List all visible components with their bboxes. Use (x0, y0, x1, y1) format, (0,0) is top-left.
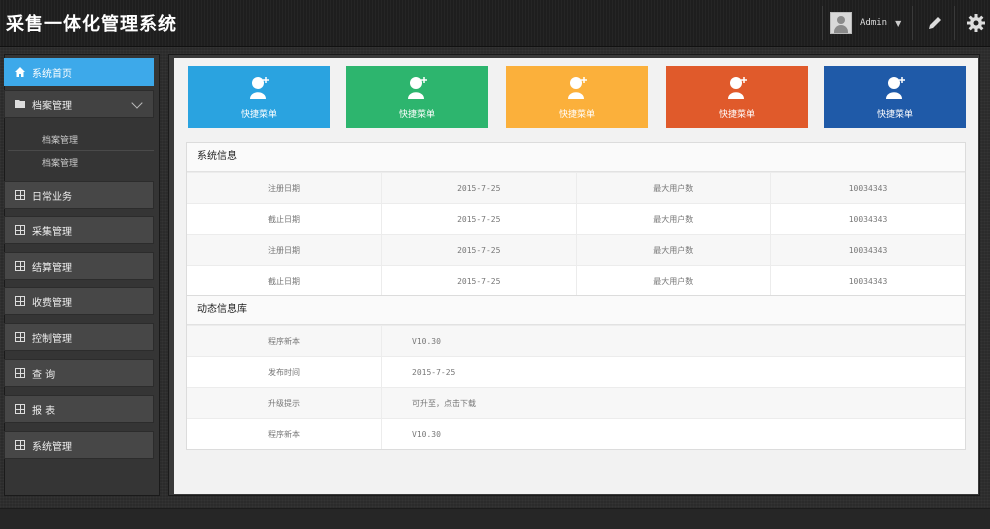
panel-title: 动态信息库 (187, 296, 965, 325)
pencil-icon[interactable] (926, 14, 944, 32)
table-cell: 截止日期 (187, 203, 382, 235)
sidebar-item-label: 报 表 (32, 405, 56, 417)
sidebar-item-query[interactable]: 查 询 (4, 359, 154, 387)
app-title: 采售一体化管理系统 (6, 14, 177, 35)
sidebar-item-label: 结算管理 (32, 262, 72, 274)
divider (954, 6, 955, 40)
system-info-panel: 系统信息 注册日期 2015-7-25 最大用户数 10034343 截止日期 … (186, 142, 966, 297)
grid-icon (15, 440, 25, 450)
system-info-table: 注册日期 2015-7-25 最大用户数 10034343 截止日期 2015-… (187, 172, 965, 296)
sidebar-item-label: 查 询 (32, 369, 56, 381)
sidebar-item-label: 控制管理 (32, 333, 72, 345)
caret-down-icon: ▼ (895, 18, 902, 28)
sidebar-item-label: 日常业务 (32, 191, 72, 203)
quick-menu-tile-4[interactable]: 快捷菜单 (666, 66, 808, 128)
table-cell: 截止日期 (187, 265, 382, 296)
table-cell: 10034343 (770, 265, 965, 296)
table-cell: 10034343 (770, 234, 965, 266)
sidebar-subitem-archives-1[interactable]: 档案管理 (4, 129, 154, 149)
table-cell: 注册日期 (187, 172, 382, 204)
table-cell: 2015-7-25 (381, 356, 965, 388)
grid-icon (15, 332, 25, 342)
sidebar-item-collection[interactable]: 采集管理 (4, 216, 154, 244)
table-cell: 最大用户数 (575, 265, 771, 296)
table-cell: V10.30 (381, 325, 965, 357)
panel-title: 系统信息 (187, 143, 965, 172)
table-cell: 程序新本 (187, 325, 382, 357)
quick-menu-tile-5[interactable]: 快捷菜单 (824, 66, 966, 128)
add-user-icon (886, 77, 905, 99)
table-cell: 2015-7-25 (381, 203, 576, 235)
folder-icon (15, 100, 25, 108)
grid-icon (15, 404, 25, 414)
tile-label: 快捷菜单 (398, 110, 435, 120)
download-link[interactable]: 可升至，点击下载 (381, 387, 965, 419)
chevron-down-icon (131, 97, 143, 109)
table-cell: 最大用户数 (575, 234, 771, 266)
home-icon (15, 67, 25, 77)
user-menu[interactable]: Admin ▼ (830, 12, 901, 34)
table-cell: 10034343 (770, 172, 965, 204)
table-cell: 发布时间 (187, 356, 382, 388)
sidebar-item-label: 采集管理 (32, 226, 72, 238)
add-user-icon (728, 77, 747, 99)
sidebar-item-settlement[interactable]: 结算管理 (4, 252, 154, 280)
add-user-icon (250, 77, 269, 99)
quick-menu-tile-1[interactable]: 快捷菜单 (188, 66, 330, 128)
top-bar: 采售一体化管理系统 Admin ▼ (0, 0, 990, 47)
table-row: 截止日期 2015-7-25 最大用户数 10034343 (187, 203, 965, 235)
tile-label: 快捷菜单 (718, 110, 755, 120)
quick-menu-tile-3[interactable]: 快捷菜单 (506, 66, 648, 128)
sidebar-item-daily[interactable]: 日常业务 (4, 181, 154, 209)
table-cell: 2015-7-25 (381, 234, 576, 266)
tile-label: 快捷菜单 (558, 110, 595, 120)
grid-icon (15, 190, 25, 200)
add-user-icon (408, 77, 427, 99)
table-cell: V10.30 (381, 418, 965, 449)
table-row: 截止日期 2015-7-25 最大用户数 10034343 (187, 265, 965, 296)
quick-menu-tile-2[interactable]: 快捷菜单 (346, 66, 488, 128)
table-row: 升级提示 可升至，点击下载 (187, 387, 965, 419)
divider (822, 6, 823, 40)
sidebar-item-label: 系统管理 (32, 441, 72, 453)
grid-icon (15, 368, 25, 378)
sidebar-item-home[interactable]: 系统首页 (4, 58, 154, 86)
grid-icon (15, 296, 25, 306)
dynamic-info-table: 程序新本 V10.30 发布时间 2015-7-25 升级提示 可升至，点击下载… (187, 325, 965, 449)
grid-icon (15, 225, 25, 235)
sidebar-item-label: 档案管理 (32, 100, 72, 112)
table-cell: 升级提示 (187, 387, 382, 419)
table-cell: 最大用户数 (575, 172, 771, 204)
avatar (830, 12, 852, 34)
user-name: Admin (860, 18, 888, 28)
table-cell: 2015-7-25 (381, 172, 576, 204)
add-user-icon (568, 77, 587, 99)
sidebar-item-reports[interactable]: 报 表 (4, 395, 154, 423)
table-cell: 最大用户数 (575, 203, 771, 235)
table-cell: 2015-7-25 (381, 265, 576, 296)
table-row: 程序新本 V10.30 (187, 325, 965, 357)
table-row: 程序新本 V10.30 (187, 418, 965, 449)
tile-label: 快捷菜单 (240, 110, 277, 120)
sidebar-item-control[interactable]: 控制管理 (4, 323, 154, 351)
table-cell: 10034343 (770, 203, 965, 235)
sidebar-item-label: 系统首页 (32, 68, 72, 80)
sidebar-item-fees[interactable]: 收费管理 (4, 287, 154, 315)
table-row: 注册日期 2015-7-25 最大用户数 10034343 (187, 172, 965, 204)
table-cell: 程序新本 (187, 418, 382, 449)
footer-bar (0, 508, 990, 529)
sidebar-subitem-archives-2[interactable]: 档案管理 (4, 152, 154, 172)
table-cell: 注册日期 (187, 234, 382, 266)
sidebar-item-label: 收费管理 (32, 297, 72, 309)
table-row: 发布时间 2015-7-25 (187, 356, 965, 388)
gear-icon[interactable] (966, 13, 986, 33)
grid-icon (15, 261, 25, 271)
divider (8, 150, 154, 151)
sidebar-item-system[interactable]: 系统管理 (4, 431, 154, 459)
table-row: 注册日期 2015-7-25 最大用户数 10034343 (187, 234, 965, 266)
dynamic-info-panel: 动态信息库 程序新本 V10.30 发布时间 2015-7-25 升级提示 可升… (186, 295, 966, 450)
sidebar-item-archives[interactable]: 档案管理 (4, 90, 154, 118)
divider (912, 6, 913, 40)
tile-label: 快捷菜单 (876, 110, 913, 120)
